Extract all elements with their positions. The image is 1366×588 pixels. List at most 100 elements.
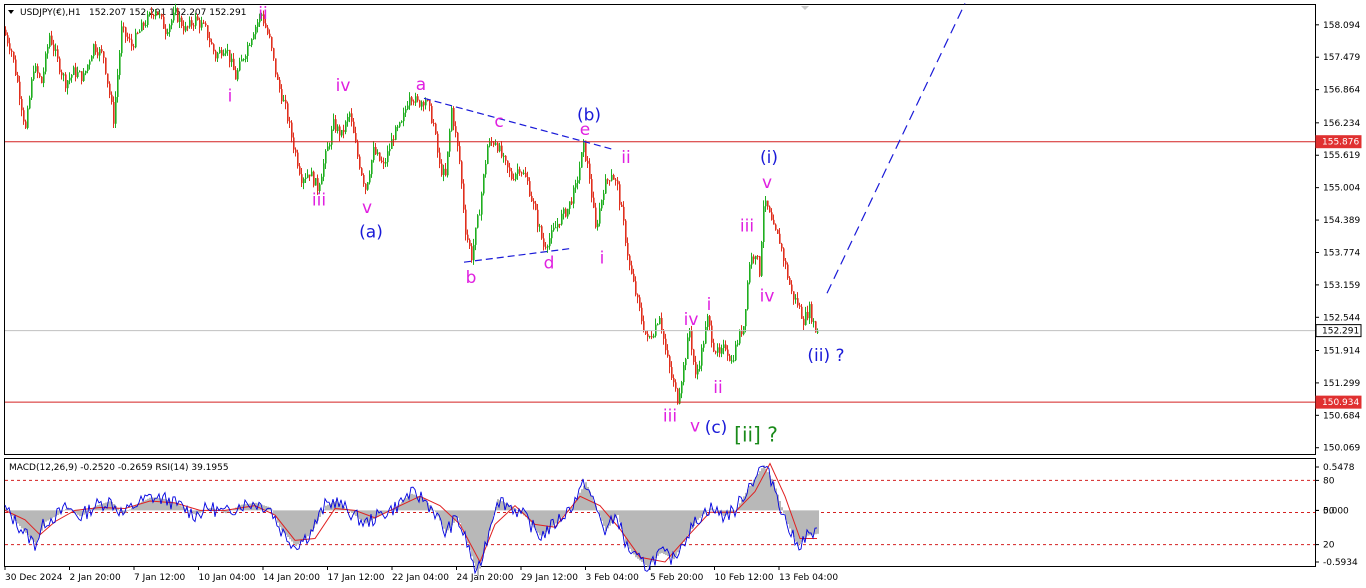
- wave-label: iii: [312, 190, 326, 210]
- bull-candle-body: [219, 50, 221, 54]
- bull-candle-body: [395, 126, 397, 140]
- macd-histogram-bar: [697, 510, 699, 520]
- bear-candle-body: [587, 160, 589, 164]
- bear-candle-body: [275, 58, 277, 75]
- bear-candle-body: [435, 123, 437, 134]
- bull-candle-body: [611, 175, 613, 181]
- bear-candle-body: [129, 38, 131, 40]
- bull-candle-body: [77, 72, 79, 77]
- macd-histogram-bar: [281, 510, 283, 531]
- macd-histogram-bar: [33, 510, 35, 542]
- bear-candle-body: [513, 179, 515, 181]
- bull-candle-body: [577, 180, 579, 184]
- bear-candle-body: [453, 108, 455, 127]
- bull-candle-body: [403, 112, 405, 122]
- bear-candle-body: [439, 152, 441, 164]
- bull-candle-body: [689, 330, 691, 338]
- bear-candle-body: [107, 73, 109, 84]
- bear-candle-body: [163, 16, 165, 29]
- macd-histogram-bar: [723, 510, 725, 516]
- bull-candle-body: [147, 14, 149, 25]
- bull-candle-body: [225, 50, 227, 54]
- macd-histogram-bar: [307, 510, 309, 537]
- bull-candle-body: [649, 336, 651, 338]
- bear-candle-body: [197, 16, 199, 21]
- bear-candle-body: [365, 183, 367, 190]
- bull-candle-body: [175, 8, 177, 13]
- bull-candle-body: [747, 282, 749, 310]
- bear-candle-body: [105, 57, 107, 74]
- macd-histogram-bar: [401, 501, 403, 511]
- bear-candle-body: [691, 330, 693, 350]
- macd-histogram-bar: [459, 510, 461, 523]
- bear-candle-body: [113, 102, 115, 124]
- bear-candle-body: [353, 121, 355, 134]
- bull-candle-body: [387, 151, 389, 163]
- bear-candle-body: [309, 174, 311, 177]
- macd-histogram-bar: [461, 510, 463, 528]
- bull-candle-body: [451, 108, 453, 131]
- bear-candle-body: [471, 246, 473, 261]
- bear-candle-body: [411, 97, 413, 102]
- bull-candle-body: [237, 70, 239, 80]
- bull-candle-body: [329, 144, 331, 147]
- bull-candle-body: [283, 99, 285, 102]
- bull-candle-body: [85, 70, 87, 74]
- wave-label: c: [494, 112, 503, 132]
- macd-histogram-bar: [555, 510, 557, 524]
- macd-histogram-bar: [643, 510, 645, 564]
- bear-candle-body: [183, 26, 185, 31]
- bear-candle-body: [277, 74, 279, 80]
- macd-histogram-bar: [653, 510, 655, 561]
- price-tick-label: 154.389: [1323, 216, 1360, 226]
- bear-candle-body: [529, 181, 531, 196]
- bear-candle-body: [423, 102, 425, 106]
- price-axis: 158.094 157.479 156.864 156.234 155.619 155.0…: [1315, 21, 1360, 454]
- macd-histogram-bar: [47, 510, 49, 521]
- bull-candle-body: [239, 61, 241, 71]
- bear-candle-body: [693, 349, 695, 362]
- wave-label: b: [466, 268, 477, 288]
- bear-candle-body: [287, 103, 289, 122]
- bear-candle-body: [111, 94, 113, 103]
- bull-candle-body: [139, 31, 141, 33]
- price-tick-label: 152.544: [1323, 313, 1360, 323]
- bull-candle-body: [135, 32, 137, 48]
- bear-candle-body: [437, 133, 439, 153]
- bear-candle-body: [161, 14, 163, 17]
- bear-candle-body: [501, 145, 503, 157]
- bear-candle-body: [643, 321, 645, 331]
- bear-candle-body: [457, 132, 459, 147]
- bear-candle-body: [613, 175, 615, 180]
- bull-candle-body: [657, 324, 659, 326]
- macd-histogram-bar: [109, 501, 111, 511]
- macd-histogram-bar: [179, 505, 181, 511]
- macd-histogram-bar: [535, 510, 537, 531]
- macd-histogram-bar: [173, 502, 175, 511]
- bear-candle-body: [133, 46, 135, 48]
- wave-label: v: [762, 173, 772, 193]
- bull-candle-body: [599, 208, 601, 224]
- bear-candle-body: [619, 184, 621, 205]
- bear-candle-body: [317, 178, 319, 192]
- bear-candle-body: [313, 171, 315, 186]
- bear-candle-body: [571, 201, 573, 204]
- bull-candle-body: [337, 126, 339, 132]
- bull-candle-body: [245, 55, 247, 60]
- macd-histogram-bar: [129, 509, 131, 511]
- bear-candle-body: [213, 44, 215, 52]
- macd-histogram-bar: [761, 468, 763, 511]
- macd-histogram-bar: [57, 510, 59, 516]
- bull-candle-body: [473, 244, 475, 261]
- macd-histogram-bar: [231, 509, 233, 511]
- bull-candle-body: [705, 326, 707, 344]
- bear-candle-body: [81, 71, 83, 81]
- bull-candle-body: [367, 182, 369, 190]
- macd-histogram-bar: [361, 510, 363, 521]
- bear-candle-body: [627, 242, 629, 256]
- bear-candle-body: [419, 100, 421, 107]
- macd-histogram-bar: [405, 498, 407, 511]
- bull-candle-body: [67, 80, 69, 89]
- macd-histogram-bar: [679, 510, 681, 549]
- time-tick-label: 5 Feb 20:00: [650, 573, 704, 583]
